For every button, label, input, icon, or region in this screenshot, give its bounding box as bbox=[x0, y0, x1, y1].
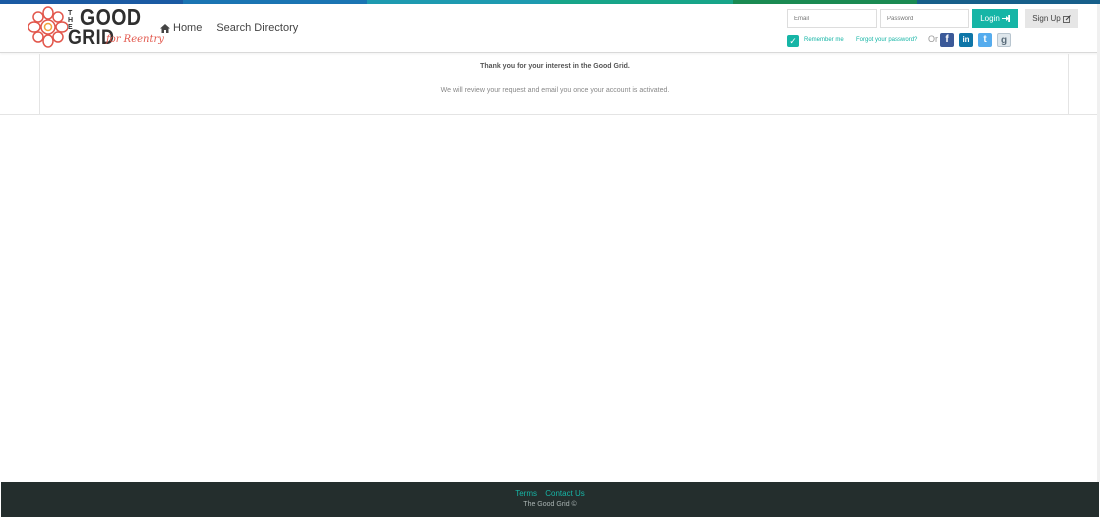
main-content: Thank you for your interest in the Good … bbox=[0, 54, 1100, 115]
footer-copyright: The Good Grid © bbox=[523, 501, 577, 508]
main-nav: Home Search Directory bbox=[160, 22, 298, 34]
google-icon[interactable]: g bbox=[997, 33, 1011, 47]
footer-terms-link[interactable]: Terms bbox=[515, 489, 537, 498]
nav-home-link[interactable]: Home bbox=[160, 22, 202, 34]
site-header: THE GOOD GRID for Reentry Home Search Di… bbox=[0, 4, 1100, 53]
password-input[interactable] bbox=[880, 9, 969, 28]
twitter-icon[interactable]: t bbox=[978, 33, 992, 47]
email-input[interactable] bbox=[787, 9, 877, 28]
signup-button-label: Sign Up bbox=[1032, 14, 1061, 23]
nav-home-label: Home bbox=[173, 22, 203, 34]
login-button-label: Login bbox=[980, 14, 1000, 23]
message-panel: Thank you for your interest in the Good … bbox=[39, 54, 1069, 115]
footer-links: Terms Contact Us bbox=[1, 489, 1099, 498]
remember-me-label[interactable]: Remember me bbox=[804, 37, 844, 43]
login-button[interactable]: Login bbox=[972, 9, 1018, 28]
forgot-password-link[interactable]: Forgot your password? bbox=[856, 37, 917, 43]
nav-search-directory-link[interactable]: Search Directory bbox=[216, 22, 298, 34]
facebook-icon[interactable]: f bbox=[940, 33, 954, 47]
login-options-row: ✓ Remember me Forgot your password? Or f… bbox=[0, 33, 1100, 51]
review-message: We will review your request and email yo… bbox=[440, 87, 670, 94]
footer-contact-link[interactable]: Contact Us bbox=[545, 489, 585, 498]
edit-icon bbox=[1062, 14, 1071, 23]
site-footer: Terms Contact Us The Good Grid © bbox=[1, 482, 1099, 517]
thank-you-message: Thank you for your interest in the Good … bbox=[480, 63, 630, 70]
remember-me-checkbox[interactable]: ✓ bbox=[787, 35, 799, 47]
sign-in-icon bbox=[1001, 15, 1010, 22]
signup-button[interactable]: Sign Up bbox=[1025, 9, 1078, 28]
linkedin-icon[interactable]: in bbox=[959, 33, 973, 47]
or-separator: Or bbox=[928, 34, 938, 44]
home-icon bbox=[160, 23, 170, 33]
